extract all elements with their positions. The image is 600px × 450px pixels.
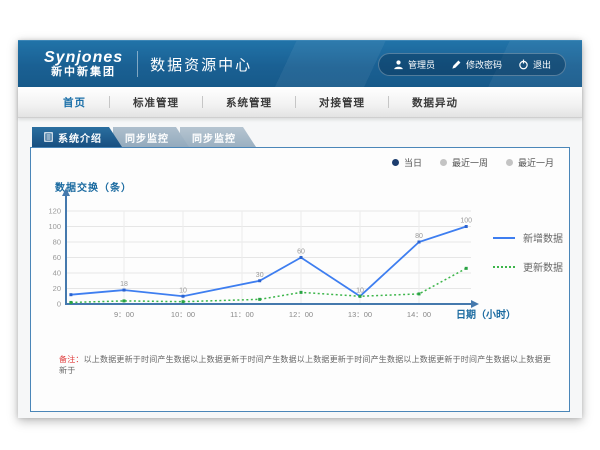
svg-text:14：00: 14：00 <box>407 310 431 319</box>
svg-text:100: 100 <box>48 222 61 231</box>
svg-text:20: 20 <box>53 284 61 293</box>
dotted-line-icon <box>493 266 515 268</box>
filter-label: 最近一周 <box>452 156 488 169</box>
footnote-text: 以上数据更新于时间产生数据以上数据更新于时间产生数据以上数据更新于时间产生数据以… <box>59 355 551 375</box>
company-logo[interactable]: Synjones 新中新集团 <box>44 50 123 78</box>
user-icon <box>393 59 404 70</box>
footnote: 备注：以上数据更新于时间产生数据以上数据更新于时间产生数据以上数据更新于时间产生… <box>59 354 559 376</box>
radio-dot-icon <box>440 159 447 166</box>
radio-dot-icon <box>392 159 399 166</box>
tab-system-intro[interactable]: 系统介绍 <box>32 127 122 147</box>
nav-item-system-mgmt[interactable]: 系统管理 <box>203 95 295 110</box>
svg-text:80: 80 <box>415 233 423 240</box>
svg-text:12：00: 12：00 <box>289 310 313 319</box>
svg-text:13：00: 13：00 <box>348 310 372 319</box>
svg-text:80: 80 <box>53 238 61 247</box>
filter-label: 最近一月 <box>518 156 554 169</box>
svg-text:10: 10 <box>179 287 187 294</box>
series-legend: 新增数据 更新数据 <box>493 230 563 288</box>
svg-text:100: 100 <box>460 218 472 225</box>
nav-item-interface-mgmt[interactable]: 对接管理 <box>296 95 388 110</box>
logo-text-en: Synjones <box>44 50 123 67</box>
tab-label: 同步监控 <box>125 130 169 145</box>
change-password-label: 修改密码 <box>466 58 502 71</box>
filter-last-week[interactable]: 最近一周 <box>440 156 488 169</box>
nav-item-data-change[interactable]: 数据异动 <box>389 95 481 110</box>
document-icon <box>44 132 53 142</box>
legend-updated-data: 更新数据 <box>493 259 563 274</box>
tab-bar: 系统介绍 同步监控 同步监控 <box>32 127 256 147</box>
edit-icon <box>451 59 462 70</box>
app-header: Synjones 新中新集团 数据资源中心 管理员 修改密码 退出 <box>18 40 582 87</box>
logout-button[interactable]: 退出 <box>518 58 551 71</box>
page-background: Synjones 新中新集团 数据资源中心 管理员 修改密码 退出 <box>0 0 600 450</box>
logo-text-cn: 新中新集团 <box>44 67 123 79</box>
main-nav: 首页 标准管理 系统管理 对接管理 数据异动 <box>18 87 582 118</box>
filter-last-month[interactable]: 最近一月 <box>506 156 554 169</box>
tab-label: 系统介绍 <box>58 130 102 145</box>
chart-panel: 当日 最近一周 最近一月 数据交换（条） 0204060801001209：00… <box>30 147 570 412</box>
user-toolbar: 管理员 修改密码 退出 <box>378 53 566 76</box>
current-user-button[interactable]: 管理员 <box>393 58 435 71</box>
series-label: 更新数据 <box>523 259 563 274</box>
svg-text:40: 40 <box>53 269 61 278</box>
change-password-button[interactable]: 修改密码 <box>451 58 502 71</box>
svg-text:日期（小时）: 日期（小时） <box>456 308 516 321</box>
tab-sync-monitor-2[interactable]: 同步监控 <box>180 127 256 147</box>
svg-text:120: 120 <box>48 207 61 216</box>
svg-text:18: 18 <box>120 281 128 288</box>
time-range-filters: 当日 最近一周 最近一月 <box>392 156 554 169</box>
nav-item-home[interactable]: 首页 <box>40 95 109 110</box>
svg-text:60: 60 <box>53 253 61 262</box>
line-chart: 0 20 40 60 80 100 120 9：00 10：00 11：00 12：00 13：00 1… <box>41 186 541 326</box>
solid-line-icon <box>493 237 515 239</box>
series-label: 新增数据 <box>523 230 563 245</box>
svg-text:11：00: 11：00 <box>230 310 254 319</box>
content-area: 系统介绍 同步监控 同步监控 当日 最近一周 <box>18 118 582 418</box>
filter-label: 当日 <box>404 156 422 169</box>
svg-text:10：00: 10：00 <box>171 310 195 319</box>
filter-today[interactable]: 当日 <box>392 156 422 169</box>
logout-label: 退出 <box>533 58 551 71</box>
footnote-prefix: 备注： <box>59 355 84 364</box>
svg-text:0: 0 <box>57 300 61 309</box>
app-title: 数据资源中心 <box>150 54 252 75</box>
user-name-label: 管理员 <box>408 58 435 71</box>
tab-label: 同步监控 <box>192 130 236 145</box>
legend-new-data: 新增数据 <box>493 230 563 245</box>
svg-text:30: 30 <box>256 272 264 279</box>
radio-dot-icon <box>506 159 513 166</box>
app-window: Synjones 新中新集团 数据资源中心 管理员 修改密码 退出 <box>18 40 582 418</box>
header-divider <box>137 51 138 77</box>
svg-text:10: 10 <box>356 287 364 294</box>
svg-text:9：00: 9：00 <box>114 310 134 319</box>
tab-sync-monitor-1[interactable]: 同步监控 <box>113 127 189 147</box>
power-icon <box>518 59 529 70</box>
nav-item-standard-mgmt[interactable]: 标准管理 <box>110 95 202 110</box>
svg-text:60: 60 <box>297 249 305 256</box>
